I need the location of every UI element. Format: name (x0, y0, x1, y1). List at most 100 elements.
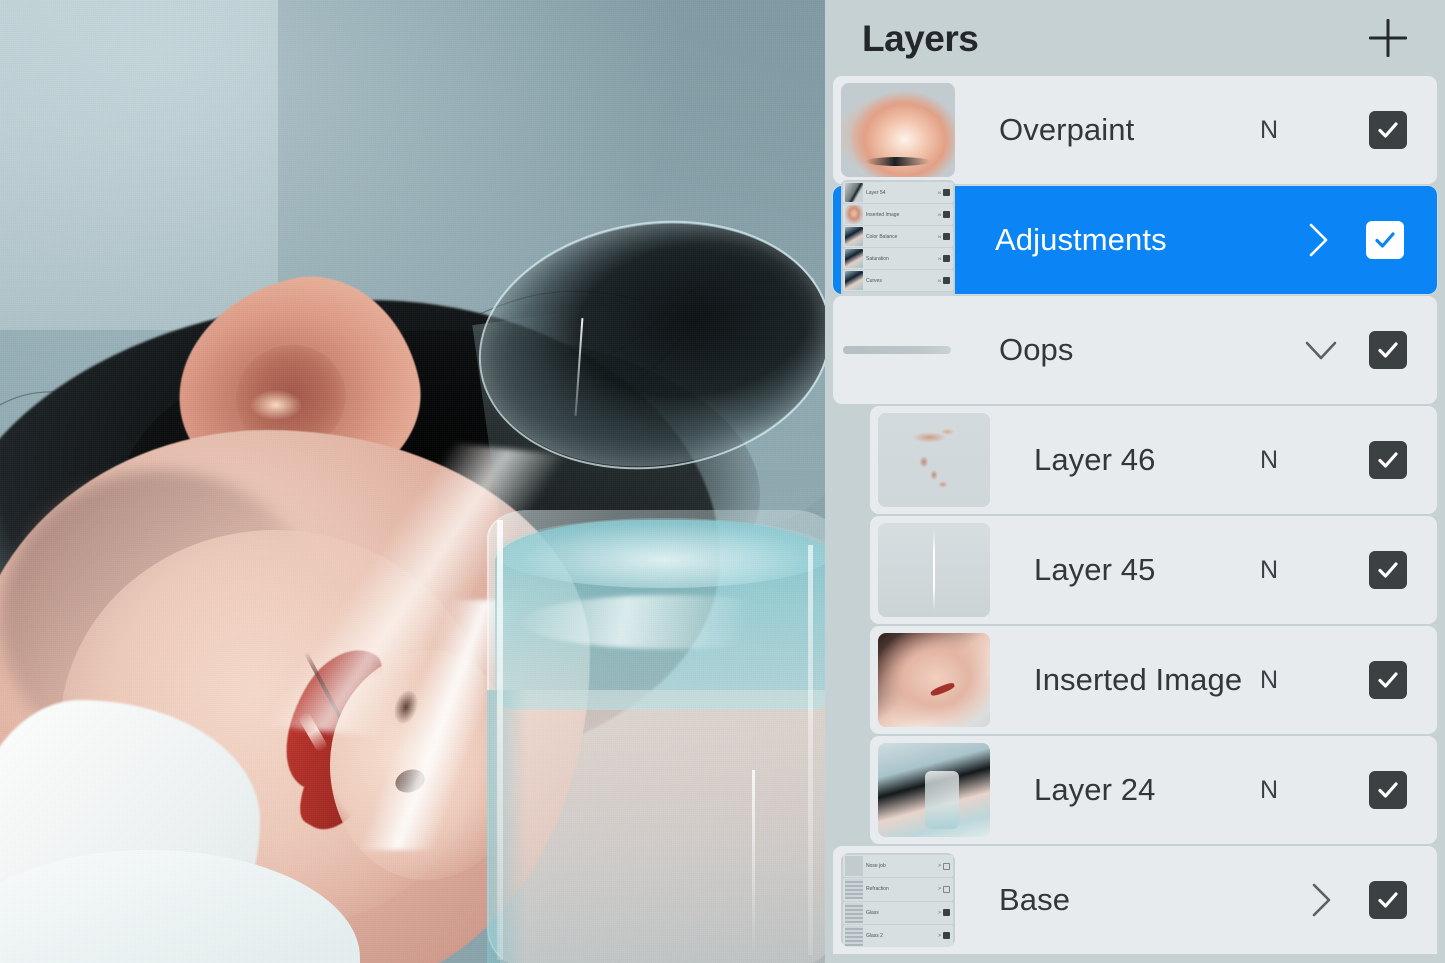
layer-name: Oops (999, 332, 1074, 367)
glass-left-edge (487, 690, 527, 963)
nested-layer-preview: Layer 54 N Inserted Image N Color Balanc… (841, 180, 955, 300)
visibility-checkbox[interactable] (1369, 551, 1407, 589)
nested-visibility-checkbox (943, 255, 950, 262)
nested-group-name: Nose job (866, 863, 886, 870)
nested-group-name: Glass (866, 909, 879, 916)
nested-thumbnail (845, 856, 863, 877)
chevron-right-icon[interactable] (1292, 220, 1344, 260)
visibility-checkbox[interactable] (1369, 661, 1407, 699)
glass-highlight-right (808, 545, 813, 955)
nested-visibility-checkbox (943, 932, 950, 940)
layers-panel: Layers Overpaint N Layer 54 N Inserted I… (825, 0, 1445, 963)
nested-blend-mode: N (938, 212, 941, 217)
glass-refraction-skin (500, 690, 825, 963)
layer-row-layer-46[interactable]: Layer 46 N (870, 406, 1437, 514)
nested-thumbnail (845, 271, 863, 290)
layer-thumbnail[interactable] (878, 413, 990, 507)
visibility-checkbox[interactable] (1369, 331, 1407, 369)
ear-highlight (250, 390, 302, 420)
nested-layer-item: Color Balance N (843, 226, 953, 247)
visibility-checkbox[interactable] (1369, 771, 1407, 809)
nested-thumbnail (845, 925, 863, 946)
page-title: Layers (862, 17, 979, 59)
nested-group-item: Glass > (843, 901, 953, 924)
layer-row-overpaint[interactable]: Overpaint N (833, 76, 1437, 184)
nested-blend-mode: N (938, 190, 941, 195)
visibility-checkbox[interactable] (1369, 441, 1407, 479)
layer-thumbnail[interactable] (878, 633, 990, 727)
visibility-checkbox[interactable] (1366, 221, 1404, 259)
blend-mode-label[interactable]: N (1243, 446, 1295, 475)
artwork-canvas[interactable] (0, 0, 825, 963)
nested-layer-item: Curves N (843, 270, 953, 291)
layer-row-layer-24[interactable]: Layer 24 N (870, 736, 1437, 844)
group-thumbnail-base[interactable]: Nose job > Refraction > Glass > Glass 2 … (841, 853, 955, 947)
layer-row-inserted-image[interactable]: Inserted Image N (870, 626, 1437, 734)
collapsed-group-bar (843, 346, 951, 354)
layer-thumbnail[interactable] (841, 83, 955, 177)
layer-name: Adjustments (995, 222, 1167, 257)
visibility-checkbox[interactable] (1369, 111, 1407, 149)
plus-icon[interactable] (1365, 15, 1411, 61)
nested-blend-mode: N (938, 234, 941, 239)
blend-mode-label[interactable]: N (1243, 556, 1295, 585)
chevron-down-icon[interactable] (1295, 335, 1347, 365)
chevron-right-icon: > (938, 932, 941, 939)
blend-mode-label[interactable]: N (1243, 776, 1295, 805)
nested-layer-name: Saturation (866, 255, 889, 262)
water-surface (495, 518, 825, 588)
nested-blend-mode: N (938, 256, 941, 261)
layer-row-base[interactable]: Nose job > Refraction > Glass > Glass 2 … (833, 846, 1437, 954)
glass-highlight-center (752, 770, 755, 955)
nested-visibility-checkbox (943, 189, 950, 196)
layer-row-oops[interactable]: Oops (833, 296, 1437, 404)
layer-name: Layer 45 (1034, 552, 1156, 587)
chevron-right-icon: > (938, 909, 941, 916)
blend-mode-label[interactable]: N (1243, 666, 1295, 695)
nested-visibility-checkbox (943, 233, 950, 240)
nested-thumbnail (845, 205, 863, 224)
chevron-right-icon: > (938, 886, 941, 893)
glass-highlight-left (497, 520, 503, 960)
nested-layer-item: Inserted Image N (843, 204, 953, 225)
layers-panel-header: Layers (825, 0, 1445, 76)
procreate-app-window: Layers Overpaint N Layer 54 N Inserted I… (0, 0, 1445, 963)
chevron-right-icon: > (938, 863, 941, 870)
nested-layer-name: Curves (866, 277, 882, 284)
nested-group-name: Glass 2 (866, 932, 883, 939)
nested-blend-mode: N (938, 278, 941, 283)
group-thumbnail-adjustments[interactable]: Layer 54 N Inserted Image N Color Balanc… (841, 180, 955, 300)
layer-list[interactable]: Overpaint N Layer 54 N Inserted Image N … (825, 76, 1445, 963)
layer-name: Base (999, 882, 1071, 917)
layer-thumbnail[interactable] (878, 743, 990, 837)
nested-layer-name: Color Balance (866, 233, 898, 240)
layer-name: Layer 24 (1034, 772, 1156, 807)
layer-thumbnail[interactable] (878, 523, 990, 617)
nested-layer-name: Inserted Image (866, 211, 900, 218)
nested-visibility-checkbox (943, 277, 950, 284)
layer-name: Overpaint (999, 112, 1135, 147)
nested-visibility-checkbox (943, 909, 950, 917)
nested-thumbnail (845, 902, 863, 923)
layer-name: Layer 46 (1034, 442, 1156, 477)
visibility-checkbox[interactable] (1369, 881, 1407, 919)
nested-thumbnail (845, 879, 863, 900)
layer-row-layer-45[interactable]: Layer 45 N (870, 516, 1437, 624)
nested-layer-name: Layer 54 (866, 189, 886, 196)
group-thumbnail-oops[interactable] (841, 303, 955, 397)
layer-row-adjustments[interactable]: Layer 54 N Inserted Image N Color Balanc… (833, 180, 1437, 300)
blend-mode-label[interactable]: N (1243, 116, 1295, 145)
nested-visibility-checkbox (943, 885, 950, 893)
nested-visibility-checkbox (943, 211, 950, 218)
nested-thumbnail (845, 227, 863, 246)
nested-group-item: Nose job > (843, 855, 953, 878)
water-wave-highlight (520, 595, 820, 649)
chevron-right-icon[interactable] (1295, 880, 1347, 920)
layer-name: Inserted Image (1034, 662, 1243, 697)
nested-layer-item: Layer 54 N (843, 182, 953, 203)
nested-group-item: Refraction > (843, 878, 953, 901)
nested-visibility-checkbox (943, 862, 950, 870)
nested-group-name: Refraction (866, 886, 889, 893)
nested-group-preview: Nose job > Refraction > Glass > Glass 2 … (841, 853, 955, 947)
nested-layer-item: Saturation N (843, 248, 953, 269)
